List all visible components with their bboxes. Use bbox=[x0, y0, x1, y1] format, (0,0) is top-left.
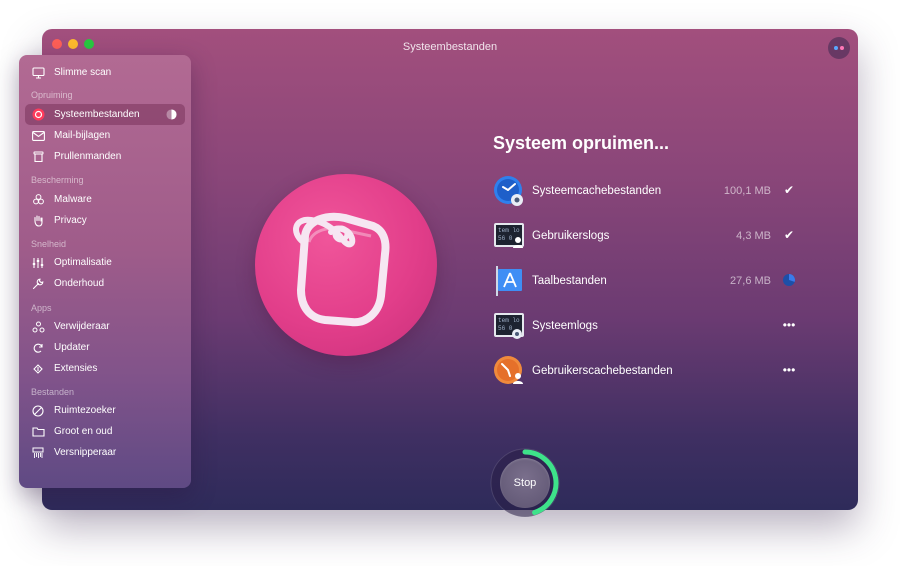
sidebar: Slimme scan Opruiming Systeembestanden M… bbox=[19, 55, 191, 488]
sidebar-item-updater[interactable]: Updater bbox=[25, 337, 185, 358]
item-size: 100,1 MB bbox=[723, 185, 771, 197]
assistant-button[interactable] bbox=[828, 37, 850, 59]
monitor-icon bbox=[31, 66, 45, 80]
system-junk-icon bbox=[31, 108, 45, 122]
item-name: Systeemlogs bbox=[532, 320, 598, 332]
sidebar-item-label: Updater bbox=[54, 342, 90, 353]
svg-text:tem lo: tem lo bbox=[498, 227, 520, 234]
window-title: Systeembestanden bbox=[402, 41, 498, 53]
sidebar-item-optimization[interactable]: Optimalisatie bbox=[25, 252, 185, 273]
sidebar-item-label: Verwijderaar bbox=[54, 321, 110, 332]
pending-dots-icon: ••• bbox=[782, 318, 796, 332]
sidebar-item-uninstaller[interactable]: Verwijderaar bbox=[25, 316, 185, 337]
svg-text:56 0: 56 0 bbox=[498, 325, 513, 332]
sidebar-item-maintenance[interactable]: Onderhoud bbox=[25, 273, 185, 294]
sidebar-section-title: Snelheid bbox=[31, 239, 67, 249]
biohazard-icon bbox=[31, 193, 45, 207]
language-files-icon bbox=[493, 265, 525, 297]
sidebar-item-label: Malware bbox=[54, 194, 92, 205]
extensions-icon bbox=[31, 362, 45, 376]
list-item: tem lo 56 0 Gebruikerslogs 4,3 MB ✔ bbox=[493, 220, 803, 254]
sidebar-section-title: Apps bbox=[31, 303, 52, 313]
hand-icon bbox=[31, 214, 45, 228]
uninstaller-icon bbox=[31, 320, 45, 334]
shredder-icon bbox=[31, 446, 45, 460]
item-size: 4,3 MB bbox=[736, 230, 771, 242]
stop-button[interactable]: Stop bbox=[500, 458, 550, 508]
trash-icon bbox=[31, 150, 45, 164]
system-cache-icon bbox=[493, 175, 525, 207]
sidebar-item-label: Prullenmanden bbox=[54, 151, 122, 162]
svg-text:56 0: 56 0 bbox=[498, 235, 513, 242]
folder-icon bbox=[31, 425, 45, 439]
sidebar-item-label: Mail-bijlagen bbox=[54, 130, 111, 141]
sidebar-section-title: Bescherming bbox=[31, 175, 84, 185]
page-title: Systeem opruimen... bbox=[493, 133, 670, 153]
sidebar-item-shredder[interactable]: Versnipperaar bbox=[25, 442, 185, 463]
sliders-icon bbox=[31, 256, 45, 270]
checkmark-icon: ✔ bbox=[783, 228, 795, 242]
sidebar-item-trash-bins[interactable]: Prullenmanden bbox=[25, 146, 185, 167]
list-item: Systeemcachebestanden 100,1 MB ✔ bbox=[493, 175, 803, 209]
sidebar-item-large-old[interactable]: Groot en oud bbox=[25, 421, 185, 442]
list-item: tem lo 56 0 Systeemlogs ••• bbox=[493, 310, 803, 344]
pending-dots-icon: ••• bbox=[782, 363, 796, 377]
user-cache-icon bbox=[493, 355, 525, 387]
sidebar-item-label: Extensies bbox=[54, 363, 98, 374]
item-name: Gebruikerslogs bbox=[532, 230, 610, 242]
svg-text:tem lo: tem lo bbox=[498, 317, 520, 324]
sidebar-item-privacy[interactable]: Privacy bbox=[25, 210, 185, 231]
item-name: Taalbestanden bbox=[532, 275, 607, 287]
item-name: Gebruikerscachebestanden bbox=[532, 365, 673, 377]
sidebar-item-label: Slimme scan bbox=[54, 67, 112, 78]
user-logs-icon: tem lo 56 0 bbox=[493, 220, 525, 252]
sidebar-item-space-lens[interactable]: Ruimtezoeker bbox=[25, 400, 185, 421]
stop-control: Stop bbox=[488, 446, 562, 520]
progress-pie-icon bbox=[166, 109, 177, 120]
sidebar-section-title: Bestanden bbox=[31, 387, 75, 397]
updater-icon bbox=[31, 341, 45, 355]
item-name: Systeemcachebestanden bbox=[532, 185, 662, 197]
sidebar-item-extensions[interactable]: Extensies bbox=[25, 358, 185, 379]
sidebar-section-title: Opruiming bbox=[31, 90, 73, 100]
wrench-icon bbox=[31, 277, 45, 291]
item-size: 27,6 MB bbox=[730, 275, 771, 287]
space-lens-icon bbox=[31, 404, 45, 418]
sidebar-item-label: Ruimtezoeker bbox=[54, 405, 116, 416]
checkmark-icon: ✔ bbox=[783, 183, 795, 197]
sidebar-item-system-junk[interactable]: Systeembestanden bbox=[25, 104, 185, 125]
system-junk-hero-icon bbox=[255, 174, 437, 356]
sidebar-item-label: Versnipperaar bbox=[54, 447, 117, 458]
sidebar-item-label: Optimalisatie bbox=[54, 257, 112, 268]
sidebar-item-label: Groot en oud bbox=[54, 426, 113, 437]
progress-spinner-icon bbox=[781, 272, 797, 288]
sidebar-item-label: Privacy bbox=[54, 215, 87, 226]
sidebar-item-malware[interactable]: Malware bbox=[25, 189, 185, 210]
list-item: Taalbestanden 27,6 MB bbox=[493, 265, 803, 299]
sidebar-item-mail-attachments[interactable]: Mail-bijlagen bbox=[25, 125, 185, 146]
system-logs-icon: tem lo 56 0 bbox=[493, 310, 525, 342]
sidebar-item-label: Onderhoud bbox=[54, 278, 105, 289]
sidebar-item-smart-scan[interactable]: Slimme scan bbox=[25, 62, 185, 83]
list-item: Gebruikerscachebestanden ••• bbox=[493, 355, 803, 389]
mail-icon bbox=[31, 129, 45, 143]
sidebar-item-label: Systeembestanden bbox=[54, 109, 140, 120]
